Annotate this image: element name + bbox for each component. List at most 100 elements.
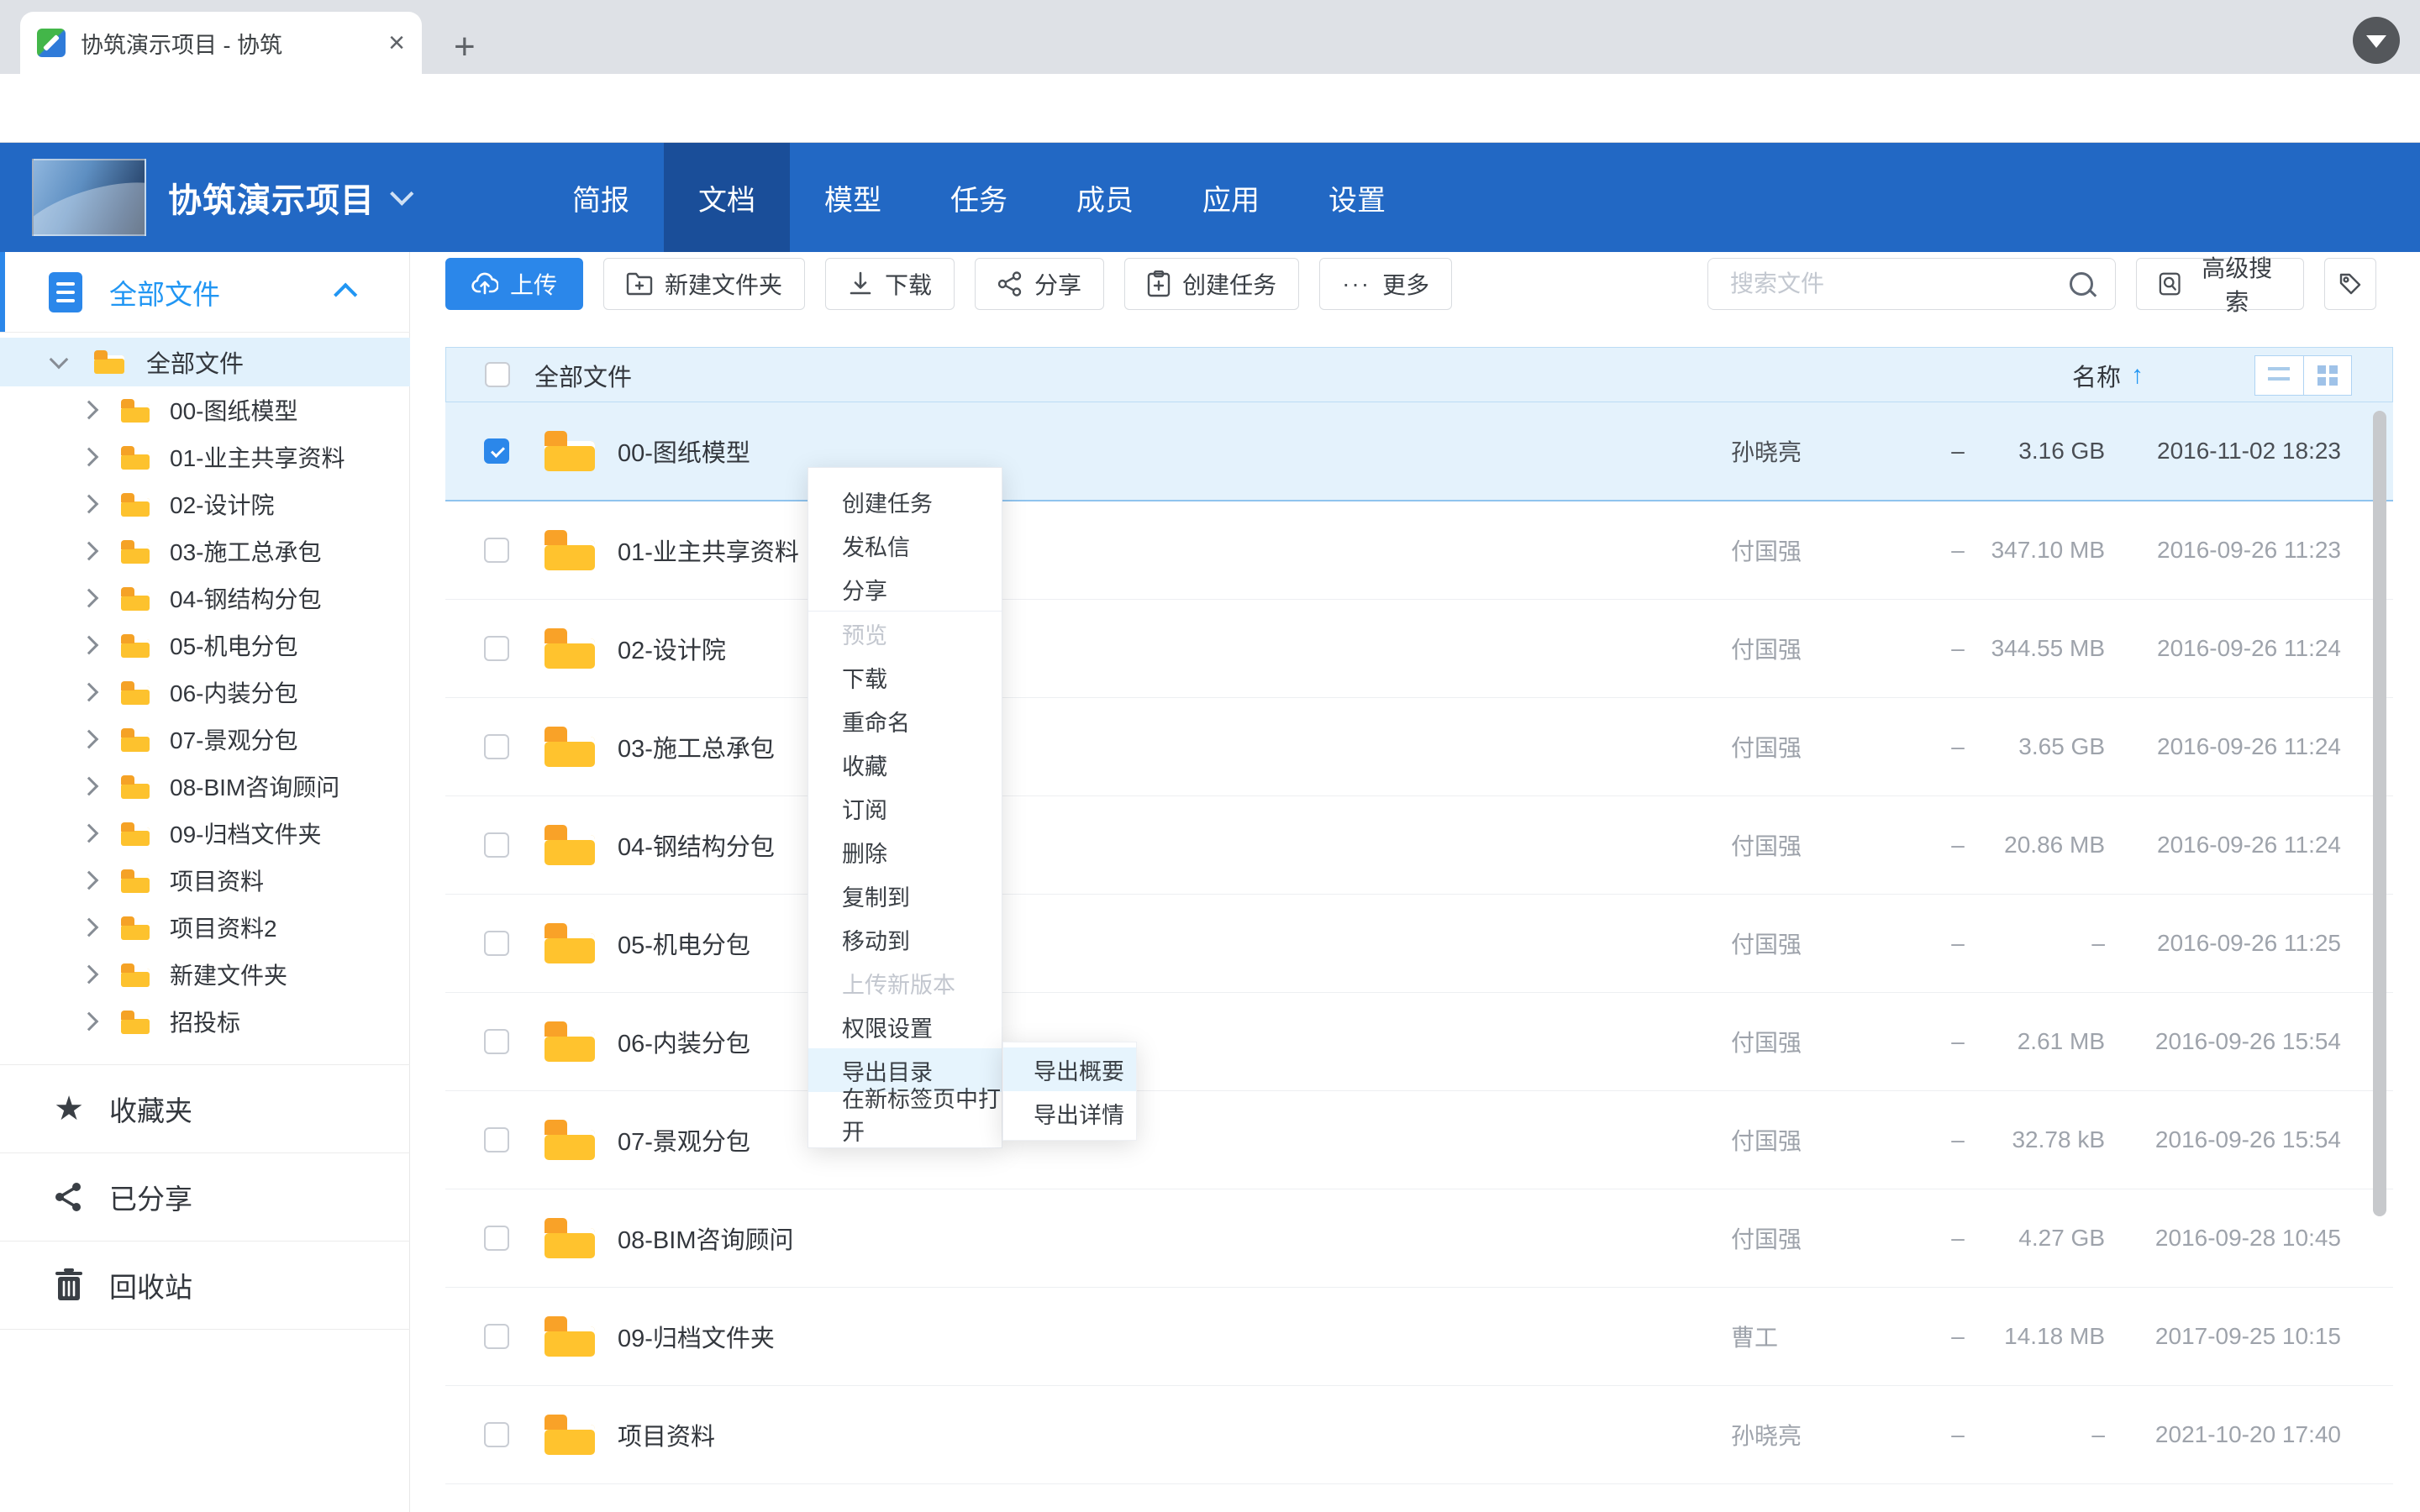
context-menu-item[interactable]: 预览 <box>808 612 1002 655</box>
download-button[interactable]: 下载 <box>825 258 955 310</box>
file-name[interactable]: 04-钢结构分包 <box>618 796 775 894</box>
nav-item[interactable]: 成员 <box>1042 143 1168 252</box>
tab-close-icon[interactable]: × <box>388 29 405 57</box>
context-menu-item[interactable]: 订阅 <box>808 786 1002 830</box>
nav-item[interactable]: 设置 <box>1294 143 1420 252</box>
tree-item[interactable]: 03-施工总承包 <box>0 528 410 575</box>
chevron-right-icon[interactable] <box>80 1012 99 1032</box>
chevron-right-icon[interactable] <box>80 495 99 514</box>
file-name[interactable]: 00-图纸模型 <box>618 402 750 500</box>
row-checkbox[interactable] <box>484 734 509 759</box>
chevron-down-icon[interactable] <box>50 350 69 370</box>
row-checkbox[interactable] <box>484 1029 509 1054</box>
table-row[interactable]: 02-设计院 付国强 – 344.55 MB 2016-09-26 11:24 <box>445 600 2393 698</box>
file-name[interactable]: 03-施工总承包 <box>618 698 775 795</box>
table-row[interactable]: 01-业主共享资料 付国强 – 347.10 MB 2016-09-26 11:… <box>445 501 2393 600</box>
sidebar-all-files-section[interactable]: 全部文件 <box>0 252 410 333</box>
table-row[interactable]: 08-BIM咨询顾问 付国强 – 4.27 GB 2016-09-28 10:4… <box>445 1189 2393 1288</box>
file-name[interactable]: 07-景观分包 <box>618 1091 750 1189</box>
context-menu-item[interactable]: 复制到 <box>808 874 1002 917</box>
grid-view-button[interactable] <box>2303 356 2352 395</box>
tree-item[interactable]: 02-设计院 <box>0 480 410 528</box>
search-icon[interactable] <box>2070 272 2093 296</box>
row-checkbox[interactable] <box>484 1324 509 1349</box>
row-checkbox[interactable] <box>484 1422 509 1447</box>
advanced-search-button[interactable]: 高级搜索 <box>2136 258 2304 310</box>
new-tab-button[interactable]: + <box>454 29 476 66</box>
sidebar-item-shared[interactable]: 已分享 <box>0 1152 410 1241</box>
tree-item[interactable]: 04-钢结构分包 <box>0 575 410 622</box>
file-name[interactable]: 02-设计院 <box>618 600 726 697</box>
project-thumbnail[interactable] <box>32 159 146 236</box>
tree-item[interactable]: 00-图纸模型 <box>0 386 410 433</box>
row-checkbox[interactable] <box>484 538 509 563</box>
tree-item[interactable]: 06-内装分包 <box>0 669 410 716</box>
scrollbar-thumb[interactable] <box>2373 411 2386 1216</box>
row-checkbox[interactable] <box>484 636 509 661</box>
table-row[interactable]: 04-钢结构分包 付国强 – 20.86 MB 2016-09-26 11:24 <box>445 796 2393 895</box>
table-row[interactable]: 03-施工总承包 付国强 – 3.65 GB 2016-09-26 11:24 <box>445 698 2393 796</box>
context-menu-item[interactable]: 下载 <box>808 655 1002 699</box>
context-menu-item[interactable]: 权限设置 <box>808 1005 1002 1048</box>
context-menu-item[interactable]: 重命名 <box>808 699 1002 743</box>
nav-item[interactable]: 模型 <box>790 143 916 252</box>
tab-search-chevron-icon[interactable] <box>2353 17 2400 64</box>
chevron-right-icon[interactable] <box>80 965 99 984</box>
nav-item[interactable]: 任务 <box>916 143 1042 252</box>
chevron-right-icon[interactable] <box>80 448 99 467</box>
tree-item[interactable]: 01-业主共享资料 <box>0 433 410 480</box>
context-menu-item[interactable]: 创建任务 <box>808 480 1002 523</box>
chevron-right-icon[interactable] <box>80 542 99 561</box>
context-menu-item[interactable]: 在新标签页中打开 <box>808 1092 1002 1136</box>
file-name[interactable]: 项目资料 <box>618 1386 715 1483</box>
context-menu-item[interactable]: 删除 <box>808 830 1002 874</box>
tree-item[interactable]: 05-机电分包 <box>0 622 410 669</box>
tree-item[interactable]: 新建文件夹 <box>0 951 410 998</box>
sort-control[interactable]: 名称 ↑ <box>2072 348 2144 403</box>
row-checkbox[interactable] <box>484 832 509 858</box>
context-menu-item[interactable]: 分享 <box>808 567 1002 612</box>
context-menu-item[interactable]: 发私信 <box>808 523 1002 567</box>
tree-root-all-files[interactable]: 全部文件 <box>0 338 410 386</box>
chevron-up-icon[interactable] <box>334 282 357 306</box>
table-row[interactable]: 项目资料 孙晓亮 – – 2021-10-20 17:40 <box>445 1386 2393 1484</box>
chevron-right-icon[interactable] <box>80 401 99 420</box>
chevron-right-icon[interactable] <box>80 871 99 890</box>
sidebar-item-trash[interactable]: 回收站 <box>0 1241 410 1330</box>
chevron-right-icon[interactable] <box>80 589 99 608</box>
file-name[interactable]: 06-内装分包 <box>618 993 750 1090</box>
file-name[interactable]: 05-机电分包 <box>618 895 750 992</box>
nav-item[interactable]: 应用 <box>1168 143 1294 252</box>
file-name[interactable]: 09-归档文件夹 <box>618 1288 775 1385</box>
chevron-right-icon[interactable] <box>80 636 99 655</box>
tree-item[interactable]: 招投标 <box>0 998 410 1045</box>
table-row[interactable]: 06-内装分包 付国强 – 2.61 MB 2016-09-26 15:54 <box>445 993 2393 1091</box>
row-checkbox[interactable] <box>484 931 509 956</box>
chevron-right-icon[interactable] <box>80 730 99 749</box>
row-checkbox[interactable] <box>484 1127 509 1152</box>
tree-item[interactable]: 项目资料2 <box>0 904 410 951</box>
table-row[interactable]: 09-归档文件夹 曹工 – 14.18 MB 2017-09-25 10:15 <box>445 1288 2393 1386</box>
chevron-right-icon[interactable] <box>80 683 99 702</box>
list-view-button[interactable] <box>2255 356 2303 395</box>
context-menu-item[interactable]: 上传新版本 <box>808 961 1002 1005</box>
nav-item[interactable]: 文档 <box>664 143 790 252</box>
upload-button[interactable]: 上传 <box>445 258 583 310</box>
chevron-right-icon[interactable] <box>80 777 99 796</box>
tags-button[interactable] <box>2324 258 2376 310</box>
sidebar-item-favorites[interactable]: ★ 收藏夹 <box>0 1064 410 1152</box>
select-all-checkbox[interactable] <box>485 362 510 387</box>
tree-item[interactable]: 09-归档文件夹 <box>0 810 410 857</box>
row-checkbox[interactable] <box>484 1226 509 1251</box>
search-input[interactable] <box>1728 270 2063 298</box>
table-row[interactable]: 00-图纸模型 孙晓亮 – 3.16 GB 2016-11-02 18:23 <box>445 402 2393 501</box>
tree-item[interactable]: 07-景观分包 <box>0 716 410 763</box>
create-task-button[interactable]: 创建任务 <box>1124 258 1299 310</box>
chevron-right-icon[interactable] <box>80 824 99 843</box>
file-name[interactable]: 01-业主共享资料 <box>618 501 799 599</box>
context-submenu-item[interactable]: 导出详情 <box>1003 1091 1136 1135</box>
table-row[interactable] <box>445 1484 2393 1512</box>
project-switcher[interactable]: 协筑演示项目 <box>168 143 407 252</box>
table-row[interactable]: 07-景观分包 付国强 – 32.78 kB 2016-09-26 15:54 <box>445 1091 2393 1189</box>
row-checkbox[interactable] <box>484 438 509 464</box>
